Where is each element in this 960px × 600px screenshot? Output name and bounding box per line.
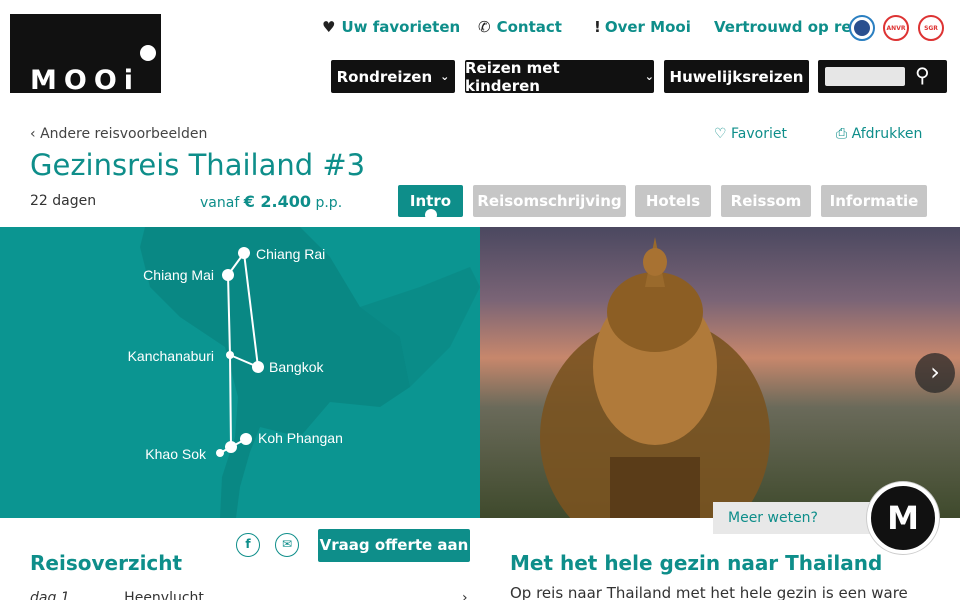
price-value: € 2.400 [243,192,312,211]
request-quote-button[interactable]: Vraag offerte aan [318,529,470,562]
search-icon[interactable]: ⚲ [915,63,930,87]
mail-share-icon[interactable]: ✉ [275,533,299,557]
intro-title: Met het hele gezin naar Thailand [510,551,883,575]
nav-rondreizen-button[interactable]: Rondreizen ⌄ [331,60,455,93]
place-label-koh-phangan: Koh Phangan [258,430,343,446]
nav-huwelijk-label: Huwelijksreizen [669,67,804,86]
about-link[interactable]: ! Over Mooi [594,16,691,38]
anvr-icon[interactable]: ANVR [883,15,909,41]
nav-huwelijk-button[interactable]: Huwelijksreizen [664,60,809,93]
facebook-share-icon[interactable]: f [236,533,260,557]
place-label-chiang-rai: Chiang Rai [256,246,325,262]
trip-price: vanaf € 2.400 p.p. [200,192,343,211]
airport-marker [222,269,234,281]
airport-marker [252,361,264,373]
route-map: Chiang Rai Chiang Mai Kanchanaburi Bangk… [0,227,480,518]
airport-marker [238,247,250,259]
place-label-khao-sok: Khao Sok [145,446,207,462]
chevron-down-icon: ⌄ [440,70,450,83]
back-label: Andere reisvoorbeelden [40,126,208,142]
chevron-left-icon: ‹ [30,126,36,142]
contact-link[interactable]: ✆ Contact [478,16,562,38]
place-marker [226,351,234,359]
phone-icon: ✆ [478,18,491,36]
day-title: Heenvlucht [124,590,204,600]
tab-reissom[interactable]: Reissom [721,185,811,217]
back-link[interactable]: ‹ Andere reisvoorbeelden [30,126,207,142]
carousel-next-button[interactable]: › [915,353,955,393]
tab-hotels[interactable]: Hotels [635,185,711,217]
tab-label: Reissom [730,192,802,210]
chat-badge[interactable]: M [867,482,939,554]
mooi-logo[interactable]: MOOi [10,14,161,96]
place-marker [216,449,224,457]
favorites-link[interactable]: ♥ Uw favorieten [322,16,460,38]
search-box: ⚲ [818,60,947,93]
page-title: Gezinsreis Thailand #3 [30,148,366,182]
heart-outline-icon: ♡ [714,126,727,142]
nav-kinderen-button[interactable]: Reizen met kinderen ⌄ [465,58,654,95]
itinerary-row[interactable]: dag 1 Heenvlucht › [30,590,468,600]
tab-informatie[interactable]: Informatie [821,185,927,217]
trip-duration: 22 dagen [30,193,97,209]
trust-link[interactable]: Vertrouwd op reis [714,16,866,38]
overview-title: Reisoverzicht [30,551,183,575]
airport-marker [225,441,237,453]
tab-intro[interactable]: Intro [398,185,463,221]
logo-text: MOOi [30,65,141,96]
favorite-button[interactable]: ♡ Favoriet [714,126,787,142]
tab-label: Intro [409,192,452,210]
trust-label: Vertrouwd op reis [714,18,866,36]
logo-dot [140,45,156,61]
intro-text: Op reis naar Thailand met het hele gezin… [510,584,908,600]
buddha-statue-image [540,237,770,518]
active-tab-indicator [424,209,437,221]
heart-icon: ♥ [322,18,336,36]
chevron-right-icon: › [462,590,468,600]
favorites-label: Uw favorieten [341,18,461,36]
nav-rondreizen-label: Rondreizen [336,67,433,86]
day-label: dag 1 [30,590,70,600]
nav-kinderen-label: Reizen met kinderen [465,58,560,95]
sgr-icon[interactable]: SGR [918,15,944,41]
printer-icon: ⎙ [836,126,848,142]
print-label: Afdrukken [851,126,923,142]
place-label-bangkok: Bangkok [269,359,324,375]
tab-reisomschrijving[interactable]: Reisomschrijving [473,185,626,217]
tab-label: Reisomschrijving [477,192,622,210]
more-info-button[interactable]: Meer weten? [713,502,883,534]
place-label-chiang-mai: Chiang Mai [143,267,214,283]
hero-photo [480,227,960,518]
chevron-down-icon: ⌄ [644,70,654,83]
print-button[interactable]: ⎙ Afdrukken [836,126,922,142]
info-icon: ! [594,18,601,36]
place-label-kanchanaburi: Kanchanaburi [128,348,214,364]
search-input[interactable] [825,67,905,86]
tab-label: Hotels [645,192,701,210]
tab-label: Informatie [829,192,919,210]
airport-marker [240,433,252,445]
certificate-globe-icon[interactable] [849,15,875,41]
about-label: Over Mooi [604,18,691,36]
favorite-label: Favoriet [731,126,787,142]
map-svg: Chiang Rai Chiang Mai Kanchanaburi Bangk… [128,227,480,518]
contact-label: Contact [496,18,562,36]
